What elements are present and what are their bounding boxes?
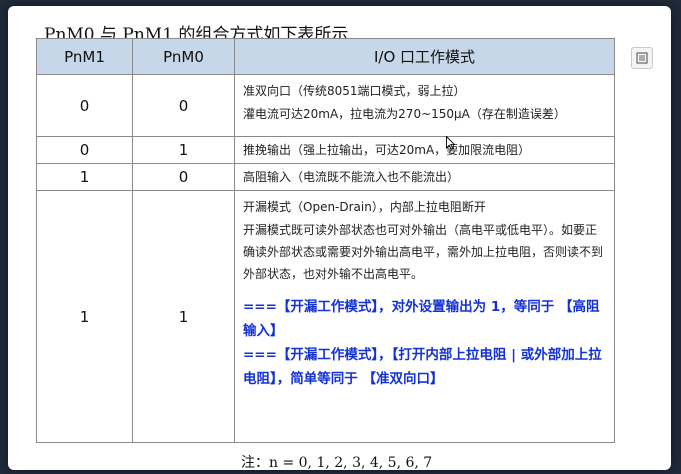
- io-mode-table: PnM1 PnM0 I/O 口工作模式 0 0 准双向口（传统8051端口模式，…: [36, 38, 615, 443]
- mode-line: 开漏模式（Open-Drain），内部上拉电阻断开: [243, 200, 486, 214]
- cell-mode-desc: 开漏模式（Open-Drain），内部上拉电阻断开 开漏模式既可读外部状态也可对…: [234, 190, 615, 443]
- table-row: 0 0 准双向口（传统8051端口模式，弱上拉） 灌电流可达20mA，拉电流为2…: [36, 74, 615, 137]
- footnote: 注：n = 0, 1, 2, 3, 4, 5, 6, 7: [241, 455, 433, 471]
- mode-line: 准双向口（传统8051端口模式，弱上拉）: [243, 84, 466, 98]
- cell-mode-desc: 准双向口（传统8051端口模式，弱上拉） 灌电流可达20mA，拉电流为270~1…: [234, 74, 615, 137]
- open-drain-note: ===【开漏工作模式】，【打开内部上拉电阻 | 或外部加上拉电阻】，简单等同于 …: [243, 347, 602, 387]
- cell-mode-desc: 推挽输出（强上拉输出，可达20mA，要加限流电阻）: [234, 136, 615, 164]
- fullscreen-icon[interactable]: [631, 47, 653, 69]
- cell-pnm0: 1: [132, 190, 235, 443]
- table-header-row: PnM1 PnM0 I/O 口工作模式: [36, 38, 615, 75]
- table-row: 0 1 推挽输出（强上拉输出，可达20mA，要加限流电阻）: [36, 136, 615, 164]
- header-io-mode: I/O 口工作模式: [234, 38, 615, 75]
- cell-pnm0: 0: [132, 163, 235, 191]
- cell-pnm1: 1: [36, 190, 133, 443]
- cell-pnm1: 0: [36, 74, 133, 137]
- cell-pnm0: 1: [132, 136, 235, 164]
- mouse-cursor-icon: [446, 136, 455, 150]
- cell-pnm0: 0: [132, 74, 235, 137]
- mode-paragraph: 开漏模式既可读外部状态也可对外输出（高电平或低电平）。如要正确读外部状态或需要对…: [243, 223, 604, 281]
- cell-pnm1: 0: [36, 136, 133, 164]
- open-drain-note: ===【开漏工作模式】，对外设置输出为 1，等同于 【高阻输入】: [243, 299, 600, 339]
- mode-line: 灌电流可达20mA，拉电流为270~150μA（存在制造误差）: [243, 107, 566, 121]
- table-row: 1 1 开漏模式（Open-Drain），内部上拉电阻断开 开漏模式既可读外部状…: [36, 190, 615, 443]
- cell-pnm1: 1: [36, 163, 133, 191]
- header-pnm0: PnM0: [132, 38, 235, 75]
- fullscreen-icon-glyph: [636, 52, 648, 64]
- mode-line: 高阻输入（电流既不能流入也不能流出）: [243, 170, 460, 184]
- table-row: 1 0 高阻输入（电流既不能流入也不能流出）: [36, 163, 615, 191]
- header-pnm1: PnM1: [36, 38, 133, 75]
- cell-mode-desc: 高阻输入（电流既不能流入也不能流出）: [234, 163, 615, 191]
- mode-line: 推挽输出（强上拉输出，可达20mA，要加限流电阻）: [243, 143, 531, 157]
